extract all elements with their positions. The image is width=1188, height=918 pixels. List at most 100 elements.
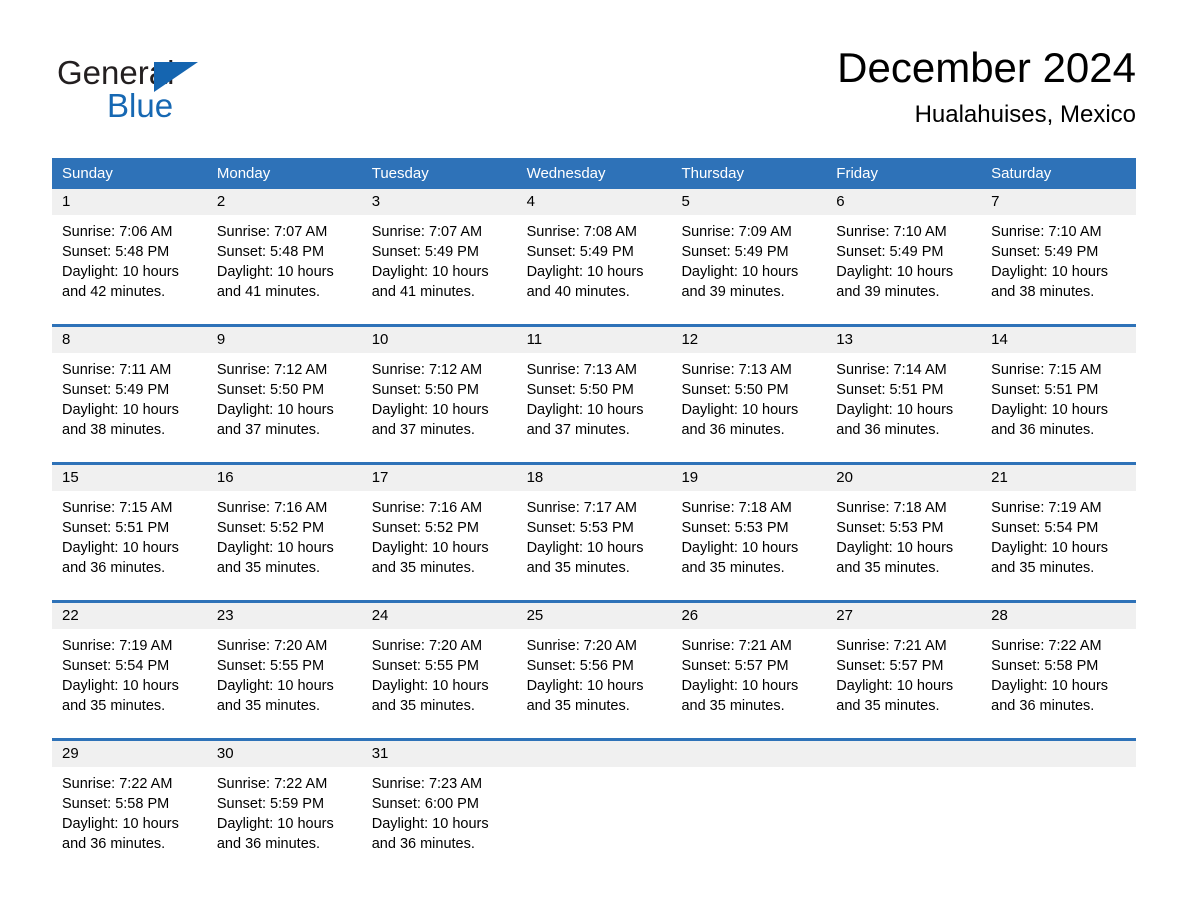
daylight-text: Daylight: 10 hours and 41 minutes. (371, 264, 489, 300)
day-number: 3 (371, 193, 381, 210)
sunset-text: Sunset: 5:49 PM (526, 244, 634, 260)
sunrise-text: Sunrise: 7:22 AM (216, 776, 328, 792)
day-cell: Sunrise: 7:16 AM Sunset: 5:52 PM Dayligh… (362, 491, 517, 600)
sunrise-text: Sunrise: 7:18 AM (836, 500, 947, 516)
week-date-strip: 29 30 31 (52, 741, 1136, 767)
calendar-page: General Blue December 2024 Hualahuises, … (0, 0, 1188, 918)
day-cell: Sunrise: 7:23 AM Sunset: 6:00 PM Dayligh… (362, 767, 517, 876)
day-cell: Sunrise: 7:09 AM Sunset: 5:49 PM Dayligh… (671, 215, 826, 324)
daylight-text: Daylight: 10 hours and 42 minutes. (62, 264, 179, 300)
day-cell: Sunrise: 7:22 AM Sunset: 5:58 PM Dayligh… (981, 629, 1136, 738)
sunrise-text: Sunrise: 7:06 AM (62, 224, 173, 240)
day-cell: Sunrise: 7:20 AM Sunset: 5:56 PM Dayligh… (517, 629, 672, 738)
sunset-text: Sunset: 5:50 PM (371, 382, 479, 398)
day-cell: Sunrise: 7:18 AM Sunset: 5:53 PM Dayligh… (826, 491, 981, 600)
day-number: 27 (836, 607, 853, 624)
sunset-text: Sunset: 5:51 PM (991, 382, 1099, 398)
sunrise-text: Sunrise: 7:22 AM (62, 776, 173, 792)
sunset-text: Sunset: 5:49 PM (371, 244, 479, 260)
sunrise-text: Sunrise: 7:12 AM (216, 362, 328, 378)
daylight-text: Daylight: 10 hours and 39 minutes. (681, 264, 799, 300)
location-subtitle: Hualahuises, Mexico (914, 101, 1136, 128)
sunset-text: Sunset: 5:49 PM (681, 244, 789, 260)
weekday-header-sunday: Sunday (62, 165, 113, 182)
sunrise-text: Sunrise: 7:13 AM (681, 362, 792, 378)
daylight-text: Daylight: 10 hours and 35 minutes. (991, 540, 1109, 576)
sunset-text: Sunset: 5:51 PM (62, 520, 170, 536)
day-cell: Sunrise: 7:20 AM Sunset: 5:55 PM Dayligh… (362, 629, 517, 738)
weekday-header-row: Sunday Monday Tuesday Wednesday Thursday… (52, 158, 1136, 189)
sunrise-text: Sunrise: 7:12 AM (371, 362, 483, 378)
sunrise-text: Sunrise: 7:19 AM (62, 638, 173, 654)
day-cell: Sunrise: 7:19 AM Sunset: 5:54 PM Dayligh… (981, 491, 1136, 600)
daylight-text: Daylight: 10 hours and 36 minutes. (836, 402, 954, 438)
day-cell: Sunrise: 7:21 AM Sunset: 5:57 PM Dayligh… (826, 629, 981, 738)
sunset-text: Sunset: 5:55 PM (371, 658, 479, 674)
daylight-text: Daylight: 10 hours and 35 minutes. (681, 678, 799, 714)
day-number: 10 (371, 331, 389, 348)
weekday-header-monday: Monday (216, 165, 271, 182)
sunset-text: Sunset: 5:58 PM (991, 658, 1099, 674)
sunrise-text: Sunrise: 7:07 AM (216, 224, 328, 240)
sunrise-text: Sunrise: 7:11 AM (62, 362, 172, 378)
day-cell: Sunrise: 7:10 AM Sunset: 5:49 PM Dayligh… (826, 215, 981, 324)
sunset-text: Sunset: 5:49 PM (836, 244, 944, 260)
day-cell: Sunrise: 7:15 AM Sunset: 5:51 PM Dayligh… (981, 353, 1136, 462)
page-header: General Blue December 2024 Hualahuises, … (52, 42, 1136, 148)
sunrise-text: Sunrise: 7:08 AM (526, 224, 637, 240)
sunrise-text: Sunrise: 7:14 AM (836, 362, 947, 378)
sunrise-text: Sunrise: 7:20 AM (216, 638, 328, 654)
day-number: 1 (62, 193, 71, 210)
day-number: 25 (526, 607, 544, 624)
daylight-text: Daylight: 10 hours and 38 minutes. (991, 264, 1109, 300)
week-detail-strip: Sunrise: 7:11 AM Sunset: 5:49 PM Dayligh… (52, 353, 1136, 462)
daylight-text: Daylight: 10 hours and 35 minutes. (836, 540, 954, 576)
day-cell: Sunrise: 7:12 AM Sunset: 5:50 PM Dayligh… (362, 353, 517, 462)
daylight-text: Daylight: 10 hours and 35 minutes. (681, 540, 799, 576)
sunset-text: Sunset: 5:50 PM (216, 382, 325, 398)
day-cell: Sunrise: 7:15 AM Sunset: 5:51 PM Dayligh… (52, 491, 207, 600)
day-number: 19 (681, 469, 699, 486)
day-number: 15 (62, 469, 79, 486)
day-cell: Sunrise: 7:19 AM Sunset: 5:54 PM Dayligh… (52, 629, 207, 738)
sunrise-text: Sunrise: 7:20 AM (526, 638, 637, 654)
sunset-text: Sunset: 5:48 PM (216, 244, 325, 260)
week-detail-strip: Sunrise: 7:15 AM Sunset: 5:51 PM Dayligh… (52, 491, 1136, 600)
daylight-text: Daylight: 10 hours and 40 minutes. (526, 264, 644, 300)
week-detail-strip: Sunrise: 7:19 AM Sunset: 5:54 PM Dayligh… (52, 629, 1136, 738)
day-number: 30 (216, 745, 234, 762)
day-number: 6 (836, 193, 845, 210)
calendar-week-row: 29 30 31 Sunrise: 7:22 AM Sunset: 5:58 P… (52, 738, 1136, 876)
day-number: 29 (62, 745, 79, 762)
day-number-empty (671, 741, 826, 767)
sunset-text: Sunset: 5:49 PM (991, 244, 1099, 260)
day-cell: Sunrise: 7:22 AM Sunset: 5:58 PM Dayligh… (52, 767, 207, 876)
daylight-text: Daylight: 10 hours and 36 minutes. (62, 540, 179, 576)
day-number-empty (981, 741, 1136, 767)
day-number: 12 (681, 331, 699, 348)
day-number: 8 (62, 331, 71, 348)
day-cell-empty (517, 767, 672, 876)
day-number: 20 (836, 469, 853, 486)
day-cell: Sunrise: 7:12 AM Sunset: 5:50 PM Dayligh… (207, 353, 362, 462)
sunset-text: Sunset: 5:58 PM (62, 796, 170, 812)
sunset-text: Sunset: 5:51 PM (836, 382, 944, 398)
day-number: 21 (991, 469, 1008, 486)
week-detail-strip: Sunrise: 7:22 AM Sunset: 5:58 PM Dayligh… (52, 767, 1136, 876)
day-number: 28 (991, 607, 1008, 624)
daylight-text: Daylight: 10 hours and 35 minutes. (836, 678, 954, 714)
day-number: 5 (681, 193, 690, 210)
daylight-text: Daylight: 10 hours and 35 minutes. (526, 540, 644, 576)
daylight-text: Daylight: 10 hours and 35 minutes. (526, 678, 644, 714)
day-cell: Sunrise: 7:07 AM Sunset: 5:48 PM Dayligh… (207, 215, 362, 324)
day-cell: Sunrise: 7:10 AM Sunset: 5:49 PM Dayligh… (981, 215, 1136, 324)
day-number: 26 (681, 607, 699, 624)
sunrise-text: Sunrise: 7:20 AM (371, 638, 483, 654)
sunset-text: Sunset: 5:57 PM (836, 658, 944, 674)
daylight-text: Daylight: 10 hours and 35 minutes. (62, 678, 179, 714)
sunrise-text: Sunrise: 7:23 AM (371, 776, 483, 792)
daylight-text: Daylight: 10 hours and 35 minutes. (216, 540, 334, 576)
sunset-text: Sunset: 5:54 PM (62, 658, 170, 674)
sunrise-text: Sunrise: 7:19 AM (991, 500, 1102, 516)
day-cell: Sunrise: 7:21 AM Sunset: 5:57 PM Dayligh… (671, 629, 826, 738)
